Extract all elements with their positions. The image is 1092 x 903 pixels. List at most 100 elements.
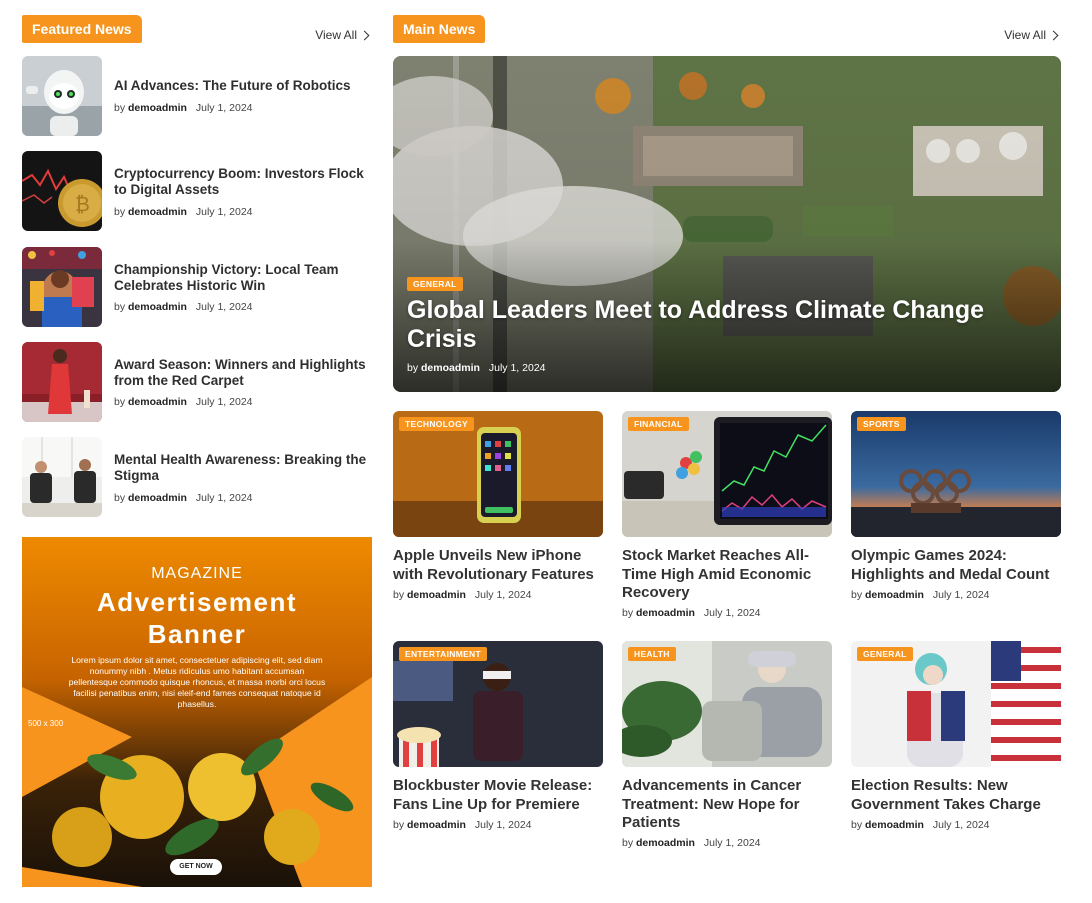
card-byline: by demoadmin July 1, 2024	[622, 837, 761, 849]
byline-date: July 1, 2024	[195, 492, 253, 504]
byline-date: July 1, 2024	[195, 206, 253, 218]
view-all-label: View All	[1004, 28, 1046, 42]
ad-size-label: 500 x 300	[28, 719, 64, 728]
card-category-tag[interactable]: TECHNOLOGY	[399, 417, 474, 431]
byline-prefix: by	[114, 102, 126, 114]
card-title[interactable]: Stock Market Reaches All-Time High Amid …	[622, 547, 837, 603]
card-image-movie[interactable]: ENTERTAINMENT	[393, 641, 603, 767]
byline-author[interactable]: demoadmin	[407, 589, 466, 601]
byline-author[interactable]: demoadmin	[128, 102, 187, 114]
byline-prefix: by	[407, 362, 419, 374]
ad-headline-line2: Banner	[147, 619, 247, 649]
featured-byline: by demoadmin July 1, 2024	[114, 102, 253, 114]
featured-thumbnail-red-carpet[interactable]	[22, 342, 102, 422]
card-image-stock-chart[interactable]: FINANCIAL	[622, 411, 832, 537]
byline-prefix: by	[622, 837, 634, 849]
card-image-olympic-rings[interactable]: SPORTS	[851, 411, 1061, 537]
featured-item[interactable]: AI Advances: The Future of Robotics by d…	[22, 56, 374, 136]
featured-news-heading: Featured News	[22, 15, 142, 43]
featured-byline: by demoadmin July 1, 2024	[114, 396, 253, 408]
card-byline: by demoadmin July 1, 2024	[622, 607, 761, 619]
byline-prefix: by	[114, 396, 126, 408]
featured-item[interactable]: Mental Health Awareness: Breaking the St…	[22, 437, 374, 517]
byline-prefix: by	[114, 301, 126, 313]
card-category-tag[interactable]: ENTERTAINMENT	[399, 647, 487, 661]
byline-date: July 1, 2024	[932, 589, 990, 601]
byline-author[interactable]: demoadmin	[865, 589, 924, 601]
byline-prefix: by	[114, 206, 126, 218]
byline-author[interactable]: demoadmin	[636, 837, 695, 849]
byline-author[interactable]: demoadmin	[865, 819, 924, 831]
ad-kicker: MAGAZINE	[151, 565, 243, 582]
news-card[interactable]: SPORTS Olympic Games 2024: Highlights an…	[851, 411, 1061, 611]
byline-prefix: by	[393, 589, 405, 601]
news-card[interactable]: GENERAL Election Results: New Government…	[851, 641, 1061, 841]
ad-headline-line1: Advertisement	[96, 587, 298, 617]
news-card[interactable]: HEALTH Advancements in Cancer Treatment:…	[622, 641, 832, 851]
chevron-right-icon	[1048, 30, 1059, 41]
card-image-election[interactable]: GENERAL	[851, 641, 1061, 767]
ad-get-now-button[interactable]: GET NOW	[170, 859, 222, 875]
featured-thumbnail-mental-health[interactable]	[22, 437, 102, 517]
featured-thumbnail-robot[interactable]	[22, 56, 102, 136]
advertisement-banner[interactable]: MAGAZINE Advertisement Banner Lorem ipsu…	[22, 537, 372, 887]
byline-author[interactable]: demoadmin	[636, 607, 695, 619]
byline-date: July 1, 2024	[932, 819, 990, 831]
card-category-tag[interactable]: HEALTH	[628, 647, 676, 661]
byline-date: July 1, 2024	[195, 102, 253, 114]
byline-author[interactable]: demoadmin	[128, 301, 187, 313]
featured-title[interactable]: Award Season: Winners and Highlights fro…	[114, 357, 374, 389]
card-title[interactable]: Election Results: New Government Takes C…	[851, 777, 1066, 814]
ad-body-text: Lorem ipsum dolor sit amet, consectetuer…	[68, 655, 326, 709]
card-image-health[interactable]: HEALTH	[622, 641, 832, 767]
news-card[interactable]: TECHNOLOGY Apple Unveils New iPhone with…	[393, 411, 603, 611]
featured-title[interactable]: Cryptocurrency Boom: Investors Flock to …	[114, 166, 374, 198]
card-image-iphone[interactable]: TECHNOLOGY	[393, 411, 603, 537]
byline-prefix: by	[114, 492, 126, 504]
news-card[interactable]: FINANCIAL Stock Market Reaches All-Time …	[622, 411, 832, 621]
main-view-all-link[interactable]: View All	[1004, 28, 1059, 42]
hero-title[interactable]: Global Leaders Meet to Address Climate C…	[407, 296, 1001, 354]
featured-item[interactable]: Award Season: Winners and Highlights fro…	[22, 342, 374, 422]
hero-byline: by demoadmin July 1, 2024	[407, 362, 546, 374]
byline-prefix: by	[622, 607, 634, 619]
card-title[interactable]: Blockbuster Movie Release: Fans Line Up …	[393, 777, 608, 814]
featured-byline: by demoadmin July 1, 2024	[114, 492, 253, 504]
card-byline: by demoadmin July 1, 2024	[393, 819, 532, 831]
featured-title[interactable]: Championship Victory: Local Team Celebra…	[114, 262, 374, 294]
featured-byline: by demoadmin July 1, 2024	[114, 301, 253, 313]
featured-title[interactable]: Mental Health Awareness: Breaking the St…	[114, 452, 374, 484]
featured-view-all-link[interactable]: View All	[315, 28, 370, 42]
view-all-label: View All	[315, 28, 357, 42]
featured-title[interactable]: AI Advances: The Future of Robotics	[114, 78, 374, 94]
byline-author[interactable]: demoadmin	[128, 492, 187, 504]
card-title[interactable]: Apple Unveils New iPhone with Revolution…	[393, 547, 608, 584]
byline-author[interactable]: demoadmin	[407, 819, 466, 831]
featured-item[interactable]: Championship Victory: Local Team Celebra…	[22, 247, 374, 327]
hero-article[interactable]: GENERAL Global Leaders Meet to Address C…	[393, 56, 1061, 392]
featured-byline: by demoadmin July 1, 2024	[114, 206, 253, 218]
featured-thumbnail-crypto[interactable]: ₿	[22, 151, 102, 231]
featured-item[interactable]: ₿ Cryptocurrency Boom: Investors Flock t…	[22, 151, 374, 231]
byline-prefix: by	[851, 819, 863, 831]
byline-prefix: by	[851, 589, 863, 601]
card-title[interactable]: Advancements in Cancer Treatment: New Ho…	[622, 777, 837, 833]
card-category-tag[interactable]: GENERAL	[857, 647, 913, 661]
main-news-heading: Main News	[393, 15, 486, 43]
byline-author[interactable]: demoadmin	[421, 362, 480, 374]
svg-text:₿: ₿	[75, 192, 90, 216]
byline-author[interactable]: demoadmin	[128, 206, 187, 218]
chevron-right-icon	[359, 30, 370, 41]
featured-news-header: Featured News View All	[22, 15, 372, 45]
byline-date: July 1, 2024	[474, 589, 532, 601]
news-card[interactable]: ENTERTAINMENT Blockbuster Movie Release:…	[393, 641, 603, 841]
byline-date: July 1, 2024	[195, 396, 253, 408]
hero-category-tag[interactable]: GENERAL	[407, 277, 463, 291]
card-category-tag[interactable]: FINANCIAL	[628, 417, 689, 431]
card-byline: by demoadmin July 1, 2024	[851, 589, 990, 601]
byline-author[interactable]: demoadmin	[128, 396, 187, 408]
card-category-tag[interactable]: SPORTS	[857, 417, 906, 431]
card-title[interactable]: Olympic Games 2024: Highlights and Medal…	[851, 547, 1066, 584]
byline-date: July 1, 2024	[703, 607, 761, 619]
featured-thumbnail-championship[interactable]	[22, 247, 102, 327]
